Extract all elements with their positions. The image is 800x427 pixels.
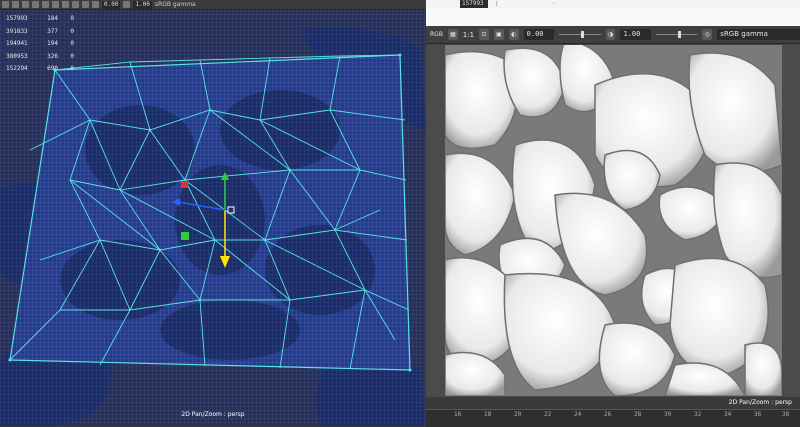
grid-icon[interactable] (42, 1, 49, 8)
top-count-field: 157993 (460, 0, 488, 8)
left-viewport[interactable]: 0.00 1.00 sRGB gamma 157993 184 0 391833… (0, 0, 426, 426)
texture-icon[interactable] (82, 1, 89, 8)
timeline-tick: 24 (574, 411, 582, 418)
timeline-tick: 22 (544, 411, 552, 418)
stats-row: 157993 184 0 (6, 15, 74, 22)
gamma-field[interactable]: 1.00 (133, 0, 152, 9)
rotate-tool-icon[interactable] (22, 1, 29, 8)
ratio-button[interactable]: 1:1 (463, 31, 474, 39)
panel-header-area (426, 8, 800, 26)
wireframe-icon[interactable] (62, 1, 69, 8)
gamma-slider[interactable] (656, 29, 698, 40)
stats-row: 380953 326 0 (6, 52, 74, 60)
frame-selection-icon[interactable]: ▣ (493, 29, 504, 40)
timeline-tick: 28 (634, 411, 642, 418)
uv-status-bar: 2D Pan/Zoom : persp (426, 397, 800, 409)
uv-texture-canvas[interactable] (426, 45, 800, 397)
color-space-label[interactable]: sRGB gamma (155, 1, 196, 8)
gamma-field[interactable]: 1.00 (620, 29, 652, 40)
camera-icon[interactable] (52, 1, 59, 8)
exposure-field[interactable]: 0.00 (102, 0, 121, 9)
viewport-status-label: 2D Pan/Zoom : persp (181, 411, 245, 418)
rgb-channel-label[interactable]: RGB (430, 31, 443, 38)
timeline-tick: 20 (514, 411, 522, 418)
exposure-icon[interactable]: ◐ (508, 29, 519, 40)
light-icon[interactable] (92, 1, 99, 8)
frame-all-icon[interactable]: ⊡ (479, 29, 489, 40)
stats-row: 152294 690 0 (6, 65, 74, 72)
rock-texture-image (445, 45, 782, 396)
stats-row: 194941 194 0 (6, 40, 74, 47)
uv-editor-panel: 157993 | ◦ RGB ▦ 1:1 ⊡ ▣ ◐ 0.00 ◑ 1.00 ◎… (426, 0, 800, 427)
exposure-slider[interactable] (559, 29, 601, 40)
timeline-tick: 36 (754, 411, 762, 418)
top-strip: 157993 | ◦ (426, 0, 800, 8)
shaded-icon[interactable] (72, 1, 79, 8)
gamma-icon[interactable] (123, 1, 131, 8)
color-wheel-icon[interactable]: ◎ (702, 29, 713, 40)
timeline-tick: 18 (484, 411, 492, 418)
timeline-tick: 26 (604, 411, 612, 418)
poly-count-hud: 157993 184 0 391833 377 0 194941 194 0 380953 3… (6, 13, 74, 76)
move-tool-icon[interactable] (12, 1, 19, 8)
left-toolbar: 0.00 1.00 sRGB gamma (0, 0, 426, 10)
timeline-tick: 16 (454, 411, 462, 418)
uv-editor-toolbar: RGB ▦ 1:1 ⊡ ▣ ◐ 0.00 ◑ 1.00 ◎ sRGB gamma (426, 26, 800, 44)
divider-icon: | (496, 1, 498, 7)
color-space-select[interactable]: sRGB gamma (717, 29, 800, 40)
timeline-tick: 34 (724, 411, 732, 418)
stats-row: 391833 377 0 (6, 27, 74, 35)
scale-tool-icon[interactable] (32, 1, 39, 8)
timeline-tick: 30 (664, 411, 672, 418)
select-tool-icon[interactable] (2, 1, 9, 8)
uv-status-label: 2D Pan/Zoom : persp (728, 399, 792, 406)
timeline-ruler[interactable]: 16 18 20 22 24 26 28 30 32 34 36 38 (426, 409, 800, 427)
divider-icon: ◦ (552, 1, 555, 7)
checker-icon[interactable]: ▦ (447, 29, 458, 40)
exposure-field[interactable]: 0.00 (523, 29, 555, 40)
timeline-tick: 32 (694, 411, 702, 418)
timeline-tick: 38 (782, 411, 790, 418)
gamma-icon[interactable]: ◑ (605, 29, 616, 40)
